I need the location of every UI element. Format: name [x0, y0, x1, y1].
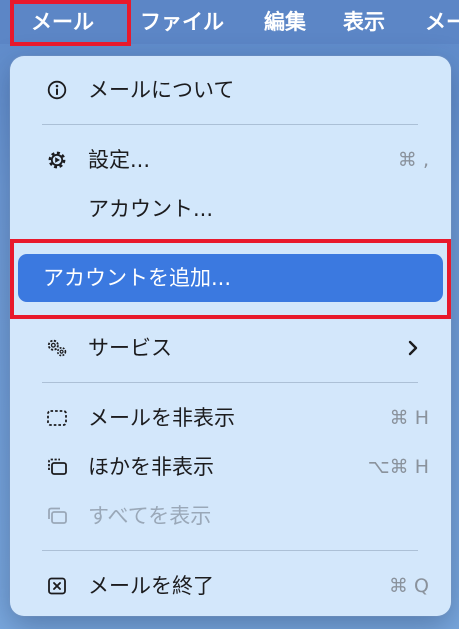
x-square-icon — [46, 575, 68, 597]
menu-item-label: 設定... — [88, 148, 151, 172]
menu-item-add-account[interactable]: アカウントを追加... — [18, 254, 443, 302]
menu-item-label: ほかを非表示 — [88, 455, 214, 479]
menubar-mail[interactable]: メール — [31, 0, 94, 44]
menu-item-label: アカウントを追加... — [43, 266, 232, 290]
menu-item-settings[interactable]: 設定... ⌘ , — [18, 136, 443, 184]
menubar-mailbox[interactable]: メー — [425, 0, 459, 44]
separator — [42, 124, 418, 125]
gear-icon — [46, 149, 68, 171]
menu-item-hide-others[interactable]: ほかを非表示 ⌥⌘ H — [18, 443, 443, 491]
dashed-window-icon — [46, 407, 68, 429]
menubar-view[interactable]: 表示 — [343, 0, 385, 44]
menu-item-label: メールについて — [88, 78, 235, 102]
shortcut-label: ⌥⌘ H — [367, 456, 429, 478]
shortcut-label: ⌘ Q — [389, 575, 429, 597]
menu-item-label: アカウント... — [88, 197, 214, 221]
info-circle-icon — [46, 79, 68, 101]
menu-item-accounts[interactable]: アカウント... — [18, 185, 443, 233]
chevron-right-icon — [405, 340, 421, 356]
menu-item-quit[interactable]: メールを終了 ⌘ Q — [18, 562, 443, 610]
menu-item-label: メールを非表示 — [88, 406, 235, 430]
menubar-file[interactable]: ファイル — [140, 0, 224, 44]
menu-item-hide-mail[interactable]: メールを非表示 ⌘ H — [18, 394, 443, 442]
windows-icon — [46, 505, 68, 527]
menu-item-services[interactable]: サービス — [18, 324, 443, 372]
menu-bar: メール ファイル 編集 表示 メー — [0, 0, 459, 44]
stacked-windows-icon — [46, 456, 68, 478]
shortcut-label: ⌘ H — [389, 407, 429, 429]
mail-app-menu: メールについて 設定... ⌘ , アカウント... アカウントを追加... サ… — [10, 56, 451, 616]
menu-item-label: すべてを表示 — [88, 504, 212, 528]
shortcut-label: ⌘ , — [397, 149, 429, 171]
menu-item-label: サービス — [88, 336, 172, 360]
separator — [42, 382, 418, 383]
menu-item-show-all: すべてを表示 — [18, 492, 443, 540]
separator — [42, 550, 418, 551]
menu-item-about[interactable]: メールについて — [18, 66, 443, 114]
menubar-edit[interactable]: 編集 — [264, 0, 306, 44]
menu-item-label: メールを終了 — [88, 574, 214, 598]
gears-icon — [46, 337, 68, 359]
